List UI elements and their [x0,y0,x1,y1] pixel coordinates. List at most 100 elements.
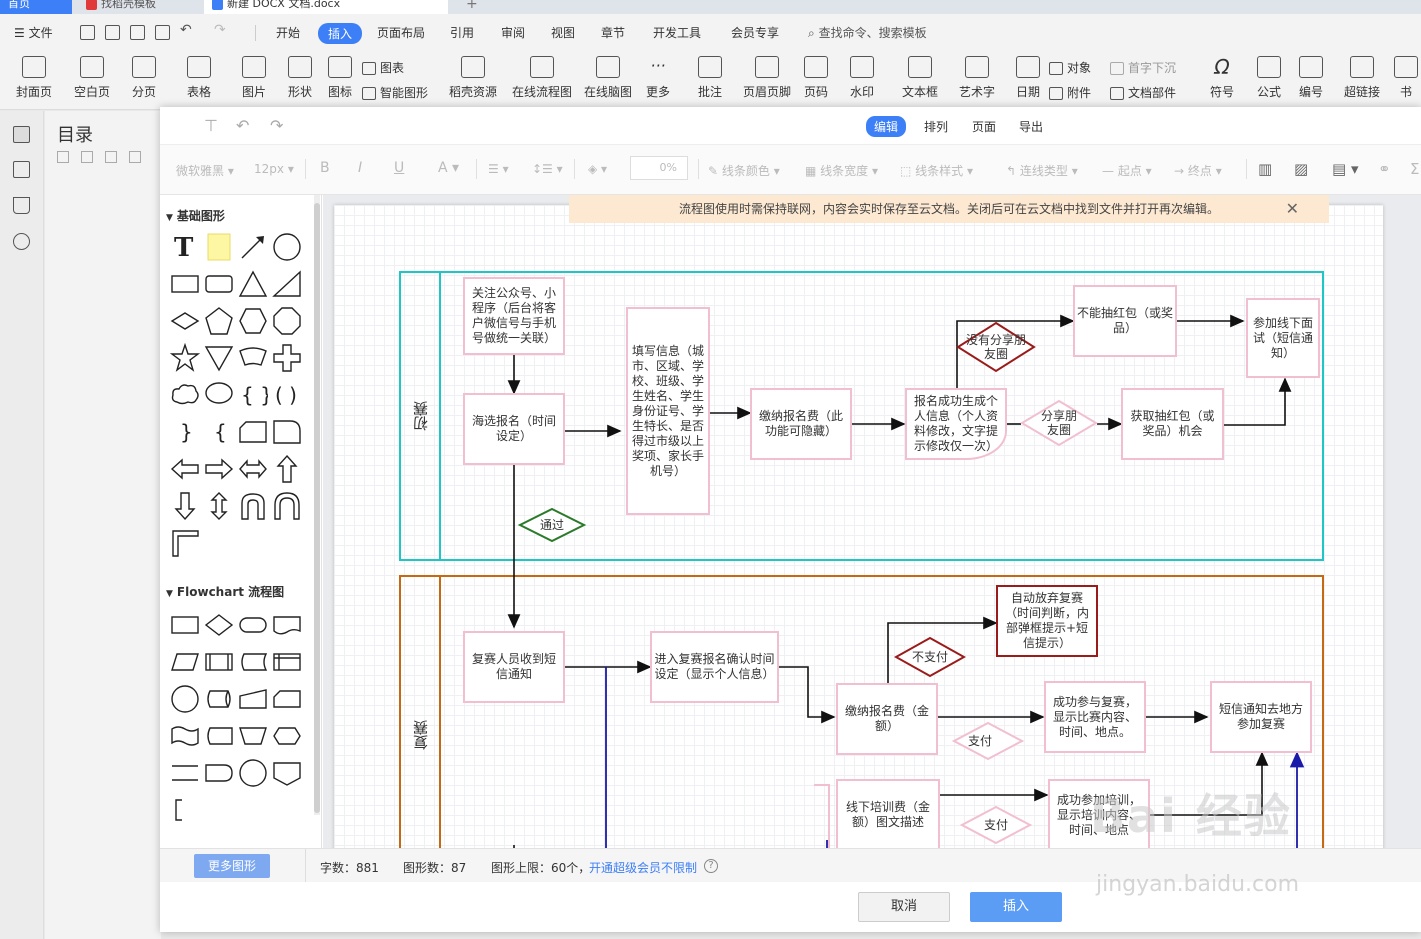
line-color-select[interactable]: ✎ 线条颜色 ▾ [708,162,780,179]
right-brace-icon[interactable]: } [170,417,200,447]
symbol-button[interactable]: Ω 符号 [1205,56,1239,100]
cover-page-button[interactable]: 封面页 [10,56,58,100]
updown-arrow-icon[interactable] [204,491,234,521]
connector-shape-icon[interactable] [170,684,200,714]
terminator-shape-icon[interactable] [238,610,268,640]
font-color-button[interactable]: A ▾ [438,160,459,176]
toc-remove-icon[interactable] [129,151,141,163]
connector[interactable] [1224,377,1292,426]
hexagon-shape-icon[interactable] [238,306,268,336]
double-arrow-icon[interactable] [238,454,268,484]
trapezoid-shape-icon[interactable] [238,343,268,373]
comment-button[interactable]: 批注 [696,56,724,100]
line-spacing-icon[interactable]: ↕☰ ▾ [532,162,563,176]
display-shape-icon[interactable] [204,721,234,751]
layout-panel-icon[interactable]: ▥ [1258,160,1272,178]
data-shape-icon[interactable] [170,647,200,677]
wordart-button[interactable]: 艺术字 [957,56,997,100]
library-scroll-thumb[interactable] [314,203,320,813]
diagram-canvas[interactable]: 初赛 复赛 关注公众号、小程序（后台将客户微信号与手机号做统一关联） 海选报名（… [323,195,1421,848]
inverted-triangle-shape-icon[interactable] [204,343,234,373]
picture-button[interactable]: 图片 [234,56,274,100]
star-shape-icon[interactable] [170,343,200,373]
save-icon[interactable] [80,25,95,40]
tab-document[interactable]: 新建 DOCX 文档.docx [204,0,448,14]
decision-no-share[interactable]: 没有分享朋友圈 [956,321,1036,373]
right-arrow-icon[interactable] [204,454,234,484]
down-arrow-icon[interactable] [170,491,200,521]
watermark-button[interactable]: 水印 [846,56,878,100]
more-button[interactable]: ··· 更多 [641,56,675,100]
note-shape-icon[interactable] [204,232,234,262]
line-width-select[interactable]: ▦ 线条宽度 ▾ [805,162,878,179]
menu-member[interactable]: 会员专享 [731,24,779,41]
hyperlink-button[interactable]: 超链接 [1343,56,1381,100]
tab-edit[interactable]: 编辑 [866,116,907,137]
sequential-storage-icon[interactable] [238,758,268,788]
internal-storage-shape-icon[interactable] [272,647,302,677]
line-style-select[interactable]: ⬚ 线条样式 ▾ [900,162,973,179]
page-setting-icon[interactable]: ▤ ▾ [1332,160,1358,178]
cloud-shape-icon[interactable] [170,380,200,410]
arch-shape-icon[interactable] [272,491,302,521]
table-button[interactable]: 表格 [179,56,219,100]
doc-parts-button[interactable]: 文档部件 [1110,84,1176,101]
decision-shape-icon[interactable] [204,610,234,640]
insert-button[interactable]: 插入 [970,892,1062,922]
docer-resource-button[interactable]: 稻壳资源 [448,56,498,100]
manual-op-shape-icon[interactable] [238,721,268,751]
triangle-shape-icon[interactable] [238,269,268,299]
sigma-icon[interactable]: Σ [1410,160,1419,178]
tab-template[interactable]: 找稻壳模板 [78,0,196,14]
italic-button[interactable]: I [358,160,362,176]
online-mindmap-button[interactable]: 在线脑图 [582,56,634,100]
parallel-lines-icon[interactable] [170,758,200,788]
process-shape-icon[interactable] [170,610,200,640]
rectangle-shape-icon[interactable] [170,269,200,299]
new-tab-icon[interactable]: + [466,0,478,12]
font-select[interactable]: 微软雅黑 ▾ [176,162,234,179]
arrow-line-icon[interactable] [238,232,268,262]
icons-button[interactable]: 图标 [326,56,354,100]
card-shape-icon[interactable] [238,417,268,447]
page-number-button[interactable]: 页码 [800,56,832,100]
text-shape-icon[interactable]: T [170,232,200,262]
node-pay-fee-2[interactable]: 缴纳报名费（金额） [836,683,938,755]
print-preview-icon[interactable] [155,25,170,40]
font-size-select[interactable]: 12px ▾ [254,162,294,176]
off-page-shape-icon[interactable] [272,758,302,788]
toc-collapse-icon[interactable] [81,151,93,163]
editor-undo-icon[interactable]: ↶ [236,116,249,135]
menu-developer[interactable]: 开发工具 [653,24,701,41]
node-auto-giveup[interactable]: 自动放弃复赛（时间判断，内部弹框提示+短信提示） [996,585,1098,657]
online-flowchart-button[interactable]: 在线流程图 [512,56,572,100]
cross-ref-button[interactable]: 书 [1392,56,1420,100]
node-training-fee[interactable]: 线下培训费（金额）图文描述 [836,779,940,848]
search-nav-icon[interactable] [13,233,30,250]
help-icon[interactable]: ? [704,859,718,873]
callout-shape-icon[interactable] [204,380,234,410]
textbox-button[interactable]: 文本框 [900,56,940,100]
image-icon[interactable]: ▨ [1294,160,1308,178]
upgrade-vip-link[interactable]: 开通超级会员不限制 [589,859,697,876]
editor-redo-icon[interactable]: ↷ [270,116,283,135]
node-get-draw[interactable]: 获取抽红包（或奖品）机会 [1121,388,1224,460]
left-brace-icon[interactable]: { [204,417,234,447]
node-pay-fee-1[interactable]: 缴纳报名费（此功能可隐藏） [750,388,852,460]
toc-nav-icon[interactable] [13,126,30,143]
shape-button[interactable]: 形状 [280,56,320,100]
underline-button[interactable]: U [394,160,404,176]
predefined-shape-icon[interactable] [204,647,234,677]
flowchart-shapes-header[interactable]: ▼ Flowchart 流程图 [166,583,284,600]
command-search[interactable]: ⌕ 查找命令、搜索模板 [808,24,927,41]
node-follow-account[interactable]: 关注公众号、小程序（后台将客户微信号与手机号做统一关联） [463,277,565,355]
menu-view[interactable]: 视图 [551,24,575,41]
manual-input-shape-icon[interactable] [238,684,268,714]
menu-start[interactable]: 开始 [276,24,300,41]
connector[interactable] [779,666,836,724]
bold-button[interactable]: B [320,160,330,176]
start-arrow-select[interactable]: — 起点 ▾ [1102,162,1152,179]
export-pdf-icon[interactable] [105,25,120,40]
decision-pay-a[interactable]: 支付 [952,721,1024,761]
attachment-button[interactable]: 附件 [1049,84,1091,101]
